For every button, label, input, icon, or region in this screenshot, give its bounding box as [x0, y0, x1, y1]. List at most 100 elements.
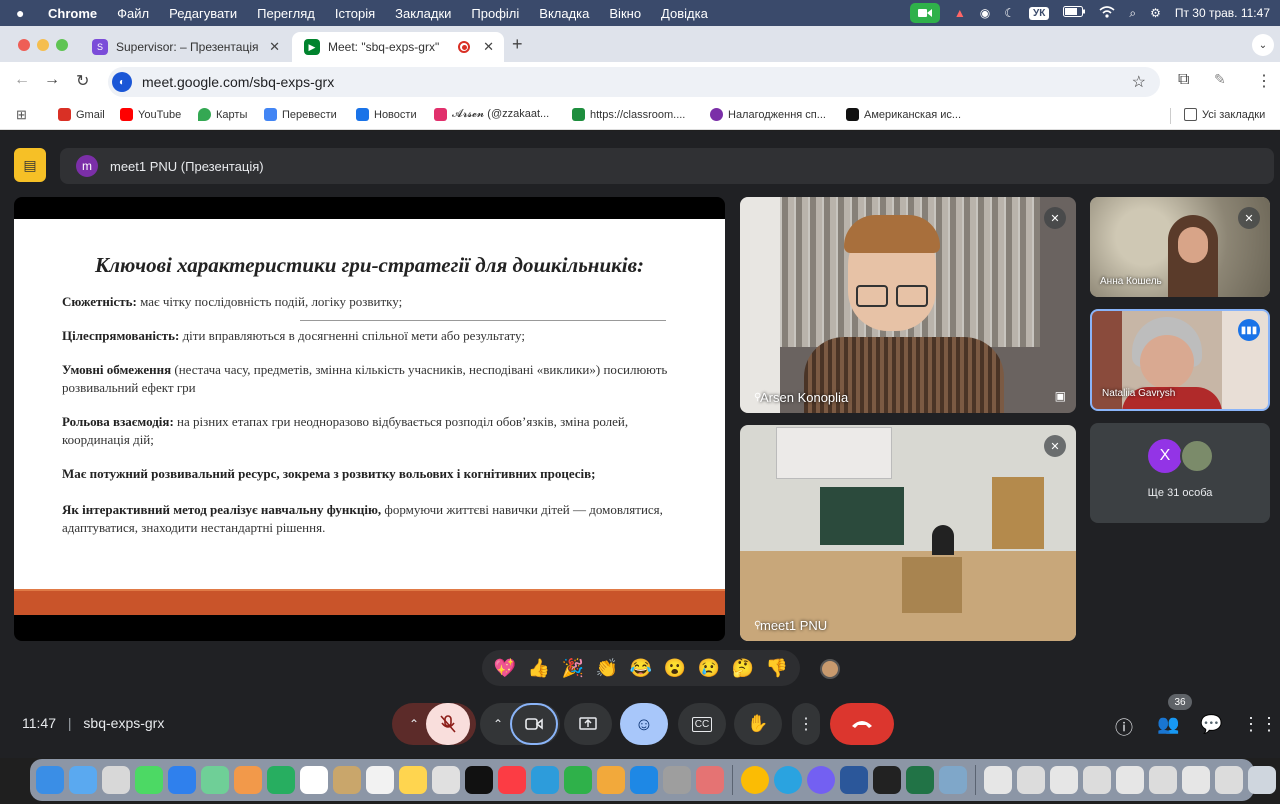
bookmark-youtube[interactable]: YouTube: [120, 108, 181, 121]
apple-icon[interactable]: ●: [16, 5, 30, 21]
finder-icon[interactable]: [36, 766, 64, 794]
excel-icon[interactable]: [906, 766, 934, 794]
apple-tv-icon[interactable]: [465, 766, 493, 794]
raise-hand-button[interactable]: ✋: [734, 703, 782, 745]
chat-icon[interactable]: 💬: [1200, 714, 1222, 735]
menu-profiles[interactable]: Профілі: [471, 6, 519, 21]
numbers-icon[interactable]: [564, 766, 592, 794]
menu-window[interactable]: Вікно: [609, 6, 641, 21]
menu-edit[interactable]: Редагувати: [169, 6, 237, 21]
bookmark-gmail[interactable]: Gmail: [58, 108, 105, 121]
facetime-icon[interactable]: [267, 766, 295, 794]
recent-window-thumbnail[interactable]: [984, 766, 1012, 794]
recent-window-thumbnail[interactable]: [1050, 766, 1078, 794]
omnibox[interactable]: ◐ meet.google.com/sbq-exps-grx ☆: [108, 67, 1160, 97]
tab-search-chevron-icon[interactable]: ⌄: [1252, 34, 1274, 56]
camera-options-chevron-icon[interactable]: ⌃: [493, 717, 503, 731]
recent-window-thumbnail[interactable]: [1149, 766, 1177, 794]
calendar-icon[interactable]: [300, 766, 328, 794]
presentation-toggle-icon[interactable]: ▤: [14, 148, 46, 182]
iphone-mirroring-icon[interactable]: [696, 766, 724, 794]
leave-call-button[interactable]: [830, 703, 894, 745]
bookmark-news[interactable]: Новости: [356, 108, 417, 121]
battery-icon[interactable]: [1063, 6, 1086, 20]
captions-button[interactable]: CC: [678, 703, 726, 745]
mic-toggle-button[interactable]: [426, 703, 470, 745]
more-options-button[interactable]: ⋮: [792, 703, 820, 745]
pin-icon[interactable]: ⚲: [754, 392, 761, 403]
menu-view[interactable]: Перегляд: [257, 6, 315, 21]
menubar-clock[interactable]: Пт 30 трав. 11:47: [1175, 6, 1270, 20]
activities-grid-icon[interactable]: ⋮⋮: [1242, 714, 1278, 735]
menu-tab[interactable]: Вкладка: [539, 6, 589, 21]
keynote-icon[interactable]: [531, 766, 559, 794]
profile-extension-icon[interactable]: ✎: [1214, 71, 1226, 88]
reaction-sad[interactable]: 😢: [698, 658, 720, 679]
reaction-laugh[interactable]: 😂: [630, 658, 652, 679]
camera-toggle-button[interactable]: [510, 703, 558, 745]
menu-app-name[interactable]: Chrome: [48, 6, 97, 21]
site-info-icon[interactable]: ◐: [112, 72, 132, 92]
reaction-thumbs-down[interactable]: 👎: [766, 658, 788, 679]
participant-tile-meet1[interactable]: ✕ ⚲ meet1 PNU: [740, 425, 1076, 641]
participant-tile-arsen[interactable]: ✕ Arsen Konoplia ⚲ ▣: [740, 197, 1076, 413]
recent-window-thumbnail[interactable]: [1215, 766, 1243, 794]
reminders-icon[interactable]: [366, 766, 394, 794]
chrome-icon[interactable]: [741, 766, 769, 794]
safari-icon[interactable]: [69, 766, 97, 794]
bookmark-star-icon[interactable]: ☆: [1132, 72, 1146, 92]
preview-icon[interactable]: [939, 766, 967, 794]
apps-grid-icon[interactable]: ⊞: [16, 107, 27, 123]
app-store-icon[interactable]: [630, 766, 658, 794]
tab-supervisor[interactable]: S Supervisor: – Презентація ✕: [80, 32, 290, 62]
forward-arrow-icon[interactable]: →: [44, 71, 60, 89]
reaction-party[interactable]: 🎉: [562, 658, 584, 679]
bookmark-american[interactable]: Американская ис...: [846, 108, 961, 121]
recent-window-thumbnail[interactable]: [1182, 766, 1210, 794]
reaction-thinking[interactable]: 🤔: [732, 658, 754, 679]
meeting-details-icon[interactable]: ⓘ: [1115, 714, 1133, 740]
maps-icon[interactable]: [201, 766, 229, 794]
recent-window-thumbnail[interactable]: [1116, 766, 1144, 794]
messages-icon[interactable]: [135, 766, 163, 794]
back-arrow-icon[interactable]: ←: [14, 71, 30, 89]
reaction-thumbs-up[interactable]: 👍: [528, 658, 550, 679]
control-center-icon[interactable]: ⚙: [1150, 6, 1161, 20]
people-icon[interactable]: 👥: [1157, 714, 1179, 735]
viber-status-icon[interactable]: ◉: [980, 6, 990, 20]
chrome-menu-icon[interactable]: ⋮: [1256, 71, 1272, 91]
telegram-icon[interactable]: [774, 766, 802, 794]
recent-window-thumbnail[interactable]: [1083, 766, 1111, 794]
input-language-badge[interactable]: УК: [1029, 6, 1050, 20]
trash-icon[interactable]: [1248, 766, 1276, 794]
picture-in-picture-icon[interactable]: ▣: [1055, 389, 1066, 403]
photos-icon[interactable]: [234, 766, 262, 794]
participant-tile-nataliia[interactable]: ▮▮▮ Nataliia Gavrysh: [1090, 309, 1270, 411]
tab-close-icon[interactable]: ✕: [483, 39, 494, 55]
reaction-sparkling-heart[interactable]: 💖: [494, 658, 516, 679]
reload-icon[interactable]: ↻: [76, 71, 89, 91]
spotlight-search-icon[interactable]: ⌕: [1129, 6, 1136, 21]
wifi-icon[interactable]: [1099, 5, 1115, 21]
terminal-icon[interactable]: [873, 766, 901, 794]
viber-icon[interactable]: [807, 766, 835, 794]
music-icon[interactable]: [498, 766, 526, 794]
participant-tile-anna[interactable]: ✕ Анна Кошель: [1090, 197, 1270, 297]
tab-meet[interactable]: ▶ Meet: "sbq-exps-grx" ✕: [292, 32, 504, 62]
camera-in-use-icon[interactable]: [909, 3, 940, 23]
reaction-surprised[interactable]: 😮: [664, 658, 686, 679]
more-participants-tile[interactable]: X Ще 31 особа: [1090, 423, 1270, 523]
do-not-disturb-icon[interactable]: ☾: [1004, 6, 1015, 20]
bookmark-nalahodzhennia[interactable]: Налагодження сп...: [710, 108, 826, 121]
window-minimize-button[interactable]: [37, 39, 49, 51]
window-close-button[interactable]: [18, 39, 30, 51]
tab-close-icon[interactable]: ✕: [269, 39, 280, 55]
reactions-button[interactable]: ☺: [620, 703, 668, 745]
menu-help[interactable]: Довідка: [661, 6, 708, 21]
launchpad-icon[interactable]: [102, 766, 130, 794]
reaction-clap[interactable]: 👏: [596, 658, 618, 679]
all-bookmarks-folder[interactable]: Усі закладки: [1184, 108, 1265, 121]
system-settings-icon[interactable]: [663, 766, 691, 794]
skin-tone-selector[interactable]: [820, 659, 840, 679]
bookmark-translate[interactable]: Перевести: [264, 108, 337, 121]
